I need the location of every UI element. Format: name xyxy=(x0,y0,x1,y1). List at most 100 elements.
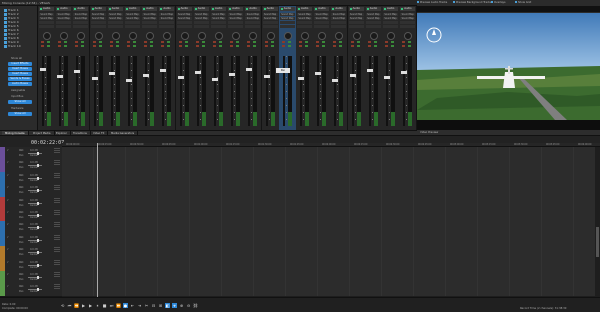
fx-slot[interactable] xyxy=(245,21,261,24)
fx-slot[interactable] xyxy=(107,21,123,24)
arm-button[interactable] xyxy=(350,45,354,47)
fx-slot[interactable] xyxy=(365,25,381,28)
track-lane[interactable] xyxy=(62,159,600,173)
mute-button[interactable] xyxy=(385,41,388,43)
track-buttons[interactable] xyxy=(54,160,60,166)
arm-button[interactable] xyxy=(41,45,44,47)
track-header[interactable]: ♪ Vol: 0.0 dB Pan: Center xyxy=(0,283,62,297)
channel-header[interactable]: Audio xyxy=(279,7,295,11)
next-frame-icon[interactable]: ⇥ xyxy=(137,303,142,308)
trim-end-icon[interactable]: ⊞ xyxy=(158,303,163,308)
channel-header[interactable]: Audio xyxy=(176,7,192,11)
fader-track[interactable] xyxy=(59,56,62,126)
fx-slot[interactable] xyxy=(125,25,140,28)
fx-slot[interactable]: Sound Map xyxy=(159,13,175,16)
mute-button[interactable] xyxy=(350,41,354,43)
track-lane[interactable] xyxy=(62,147,600,161)
record-icon[interactable]: ● xyxy=(123,303,128,308)
fx-bypass-button[interactable] xyxy=(236,45,240,47)
fx-slot[interactable]: Sound Map xyxy=(365,13,381,16)
panel-option-button[interactable]: Sends & Buses xyxy=(8,77,32,81)
track-buttons[interactable] xyxy=(54,172,60,178)
fx-slot[interactable] xyxy=(400,21,416,24)
fx-slot[interactable] xyxy=(211,25,226,28)
fx-slot[interactable] xyxy=(262,25,278,28)
channel-strip[interactable]: Audio Sound Map Sound Map xyxy=(244,6,263,130)
panel-option-button[interactable]: Insert Buses xyxy=(8,67,32,71)
channel-strip[interactable]: Audio Sound Map Sound Map xyxy=(124,6,142,130)
track-buttons[interactable] xyxy=(54,284,60,290)
fx-bypass-button[interactable] xyxy=(98,45,102,47)
track-buttons[interactable] xyxy=(54,272,60,277)
fx-slot[interactable]: Sound Map xyxy=(262,17,278,20)
fader-cap[interactable] xyxy=(91,77,98,80)
channel-strip[interactable]: Audio Sound Map Sound Map xyxy=(364,6,383,130)
fx-slot[interactable] xyxy=(73,25,89,28)
solo-button[interactable] xyxy=(115,41,119,43)
pan-knob[interactable] xyxy=(60,32,69,40)
fx-bypass-button[interactable] xyxy=(64,45,68,47)
track-buttons[interactable] xyxy=(54,210,60,215)
channel-strip[interactable]: Audio Sound Map Sound Map xyxy=(399,6,418,130)
fx-slot[interactable] xyxy=(90,21,106,24)
solo-button[interactable] xyxy=(150,41,154,43)
channel-header[interactable]: Audio xyxy=(125,7,140,11)
channel-strip[interactable]: Audio Sound Map Sound Map xyxy=(382,6,400,130)
fader-track[interactable] xyxy=(231,56,234,126)
fader-track[interactable] xyxy=(300,56,302,126)
fx-slot[interactable]: Sound Map xyxy=(107,13,123,16)
fx-slot[interactable] xyxy=(142,21,158,24)
fx-slot[interactable]: Sound Map xyxy=(125,17,140,20)
track-buttons[interactable] xyxy=(54,259,60,265)
track-header[interactable]: ♪ Vol: 0.0 dB Pan: Center xyxy=(0,159,62,173)
preview-option[interactable]: Preview Background Tracks xyxy=(453,1,491,4)
solo-button[interactable] xyxy=(133,41,136,43)
track-lane[interactable] xyxy=(62,271,600,285)
pan-knob[interactable] xyxy=(266,32,275,40)
zoom-in-icon[interactable]: ⊕ xyxy=(179,303,184,308)
channel-strip[interactable]: Audio Sound Map Sound Map xyxy=(89,6,108,130)
fx-slot[interactable] xyxy=(39,21,54,24)
fx-slot[interactable] xyxy=(383,21,398,24)
pan-knob[interactable] xyxy=(352,32,361,40)
split-icon[interactable]: ✂ xyxy=(144,303,149,308)
fx-slot[interactable]: Sound Map xyxy=(142,17,158,20)
track-scrollbar[interactable] xyxy=(595,147,600,297)
fader-track[interactable] xyxy=(248,56,251,126)
solo-button[interactable] xyxy=(47,41,50,43)
fx-slot[interactable]: Sound Map xyxy=(331,13,347,16)
fader-cap[interactable] xyxy=(315,72,322,75)
fx-slot[interactable] xyxy=(331,21,347,24)
fx-slot[interactable] xyxy=(314,21,330,24)
channel-header[interactable]: Audio xyxy=(107,7,123,11)
track-header[interactable]: ♪ Vol: 0.0 dB Pan: Center xyxy=(0,196,62,210)
mute-button[interactable] xyxy=(161,41,165,43)
fader-cap[interactable] xyxy=(229,73,236,76)
channel-strip[interactable]: Audio Sound Map Sound Map xyxy=(296,6,314,130)
fx-slot[interactable]: Sound Map xyxy=(297,13,312,16)
fx-slot[interactable] xyxy=(262,21,278,24)
rewind-icon[interactable]: ⏪ xyxy=(74,303,79,308)
channel-strip[interactable]: Audio Sound Map Sound Map xyxy=(347,6,366,130)
fader-cap[interactable] xyxy=(384,76,390,79)
mute-button[interactable] xyxy=(281,41,285,43)
solo-button[interactable] xyxy=(339,41,343,43)
fader-track[interactable] xyxy=(76,56,79,126)
channel-header[interactable]: Audio xyxy=(90,7,106,11)
fader-cap[interactable] xyxy=(349,74,356,77)
fader-track[interactable] xyxy=(93,56,96,126)
solo-button[interactable] xyxy=(201,41,205,43)
fx-bypass-button[interactable] xyxy=(219,45,222,47)
channel-header[interactable]: Audio xyxy=(39,7,54,11)
arm-button[interactable] xyxy=(144,45,148,47)
play-from-start-icon[interactable]: ▶ xyxy=(81,303,86,308)
fx-slot[interactable]: Sound Map xyxy=(56,13,72,16)
mute-button[interactable] xyxy=(402,41,406,43)
track-buttons[interactable] xyxy=(54,222,60,228)
channel-strip[interactable]: Audio Sound Map Sound Map xyxy=(38,6,56,130)
fx-slot[interactable]: Sound Map xyxy=(400,17,416,20)
arm-button[interactable] xyxy=(333,45,337,47)
track-buttons[interactable] xyxy=(54,197,60,203)
fx-bypass-button[interactable] xyxy=(373,45,377,47)
panel-option-button[interactable]: Audio Buses xyxy=(8,82,32,86)
